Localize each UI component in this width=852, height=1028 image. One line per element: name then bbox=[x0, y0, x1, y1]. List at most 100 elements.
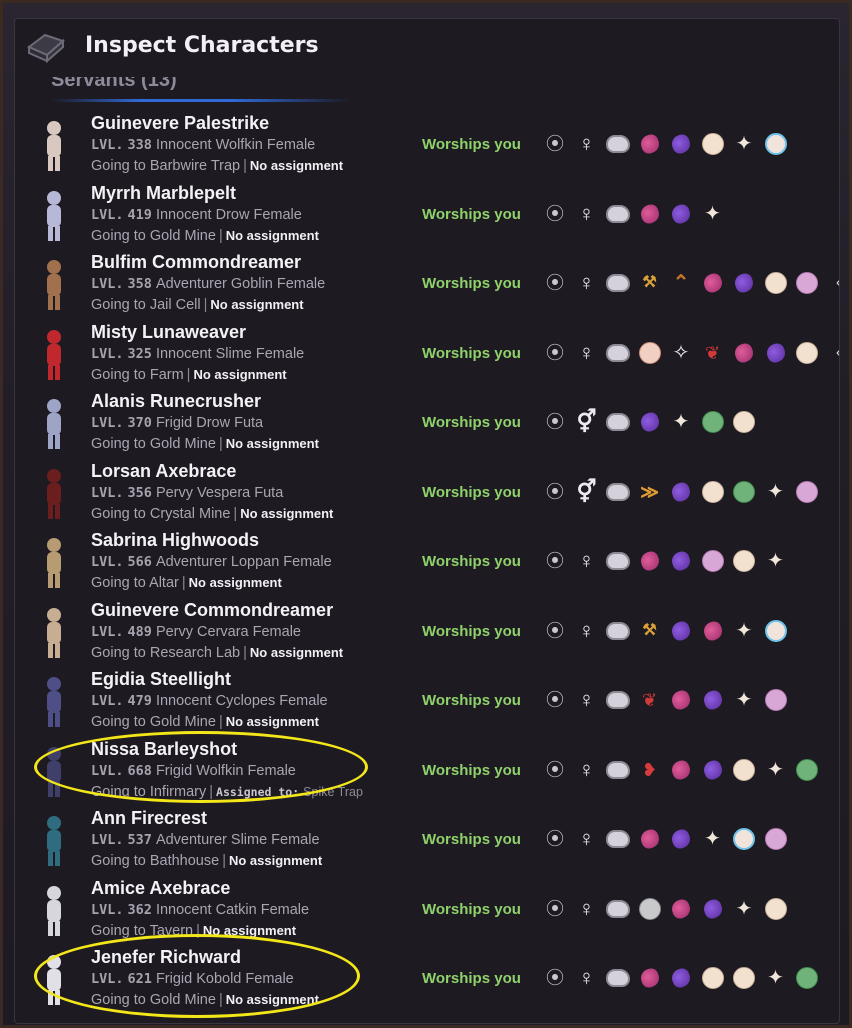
crying-face-icon[interactable] bbox=[731, 826, 757, 852]
mask-icon[interactable]: ⦿ bbox=[542, 687, 568, 713]
brain-icon[interactable] bbox=[605, 757, 631, 783]
face-icon[interactable] bbox=[731, 409, 757, 435]
futa-icon[interactable]: ⚥ bbox=[574, 409, 600, 435]
brain-icon[interactable] bbox=[605, 201, 631, 227]
face-icon[interactable] bbox=[731, 548, 757, 574]
figure-icon[interactable]: ✦ bbox=[763, 757, 789, 783]
figure-icon[interactable]: ✦ bbox=[700, 826, 726, 852]
character-name[interactable]: Nissa Barleyshot bbox=[91, 739, 237, 760]
arrow-icon[interactable]: ‹ bbox=[826, 340, 839, 366]
character-name[interactable]: Sabrina Highwoods bbox=[91, 530, 259, 551]
purple-heart-icon[interactable] bbox=[668, 548, 694, 574]
purple-heart-icon[interactable] bbox=[637, 409, 663, 435]
purple-heart-icon[interactable] bbox=[668, 618, 694, 644]
futa-icon[interactable]: ⚥ bbox=[574, 479, 600, 505]
servant-row[interactable]: Myrrh Marblepelt LVL. 419 Innocent Drow Fe… bbox=[15, 181, 839, 251]
character-name[interactable]: Jenefer Richward bbox=[91, 947, 241, 968]
brain-icon[interactable] bbox=[605, 687, 631, 713]
servant-row[interactable]: Sabrina Highwoods LVL. 566 Adventurer Lopp… bbox=[15, 528, 839, 598]
green-face-icon[interactable] bbox=[794, 965, 820, 991]
figure-icon[interactable]: ✦ bbox=[731, 618, 757, 644]
character-portrait[interactable] bbox=[37, 882, 71, 938]
pink-heart-icon[interactable] bbox=[731, 340, 757, 366]
purple-heart-icon[interactable] bbox=[668, 131, 694, 157]
character-portrait[interactable] bbox=[37, 326, 71, 382]
figure-icon[interactable]: ✦ bbox=[731, 131, 757, 157]
purple-heart-icon[interactable] bbox=[700, 896, 726, 922]
venus-icon[interactable]: ♀ bbox=[574, 270, 600, 296]
servant-row[interactable]: Lorsan Axebrace LVL. 356 Pervy Vespera Fut… bbox=[15, 459, 839, 529]
character-name[interactable]: Amice Axebrace bbox=[91, 878, 230, 899]
servant-row[interactable]: Nissa Barleyshot LVL. 668 Frigid Wolfkin F… bbox=[15, 737, 839, 807]
face-icon[interactable] bbox=[700, 479, 726, 505]
servant-row[interactable]: Alanis Runecrusher LVL. 370 Frigid Drow Fu… bbox=[15, 389, 839, 459]
axes-icon[interactable]: ⚒ bbox=[637, 270, 663, 296]
brain-icon[interactable] bbox=[605, 479, 631, 505]
character-portrait[interactable] bbox=[37, 465, 71, 521]
servant-row[interactable]: Ann Firecrest LVL. 537 Adventurer Slime Fe… bbox=[15, 806, 839, 876]
arrow-icon[interactable]: ‹ bbox=[826, 270, 839, 296]
face-icon[interactable] bbox=[763, 896, 789, 922]
figure-icon[interactable]: ✦ bbox=[668, 409, 694, 435]
servant-row[interactable]: Guinevere Commondreamer LVL. 489 Pervy Cer… bbox=[15, 598, 839, 668]
venus-icon[interactable]: ♀ bbox=[574, 548, 600, 574]
venus-icon[interactable]: ♀ bbox=[574, 340, 600, 366]
pink-heart-icon[interactable] bbox=[637, 131, 663, 157]
figure-icon[interactable]: ✦ bbox=[731, 896, 757, 922]
face-icon[interactable] bbox=[763, 270, 789, 296]
brain-icon[interactable] bbox=[605, 409, 631, 435]
venus-icon[interactable]: ♀ bbox=[574, 131, 600, 157]
mask-icon[interactable]: ⦿ bbox=[542, 131, 568, 157]
brain-icon[interactable] bbox=[605, 618, 631, 644]
face-icon[interactable] bbox=[700, 131, 726, 157]
pink-face-icon[interactable] bbox=[700, 548, 726, 574]
pink-face-icon[interactable] bbox=[794, 270, 820, 296]
pink-face-icon[interactable] bbox=[763, 826, 789, 852]
pink-heart-icon[interactable] bbox=[668, 896, 694, 922]
mask-icon[interactable]: ⦿ bbox=[542, 965, 568, 991]
character-name[interactable]: Lorsan Axebrace bbox=[91, 461, 236, 482]
mask-icon[interactable]: ⦿ bbox=[542, 548, 568, 574]
venus-icon[interactable]: ♀ bbox=[574, 826, 600, 852]
mask-icon[interactable]: ⦿ bbox=[542, 618, 568, 644]
brain-icon[interactable] bbox=[605, 548, 631, 574]
servant-row[interactable]: Misty Lunaweaver LVL. 325 Innocent Slime F… bbox=[15, 320, 839, 390]
face-icon[interactable] bbox=[731, 965, 757, 991]
purple-heart-icon[interactable] bbox=[731, 270, 757, 296]
character-portrait[interactable] bbox=[37, 395, 71, 451]
figure-icon[interactable]: ✦ bbox=[763, 965, 789, 991]
green-face-icon[interactable] bbox=[794, 757, 820, 783]
pink-face-icon[interactable] bbox=[794, 479, 820, 505]
figure-icon[interactable]: ✦ bbox=[763, 548, 789, 574]
mask-icon[interactable]: ⦿ bbox=[542, 479, 568, 505]
character-name[interactable]: Ann Firecrest bbox=[91, 808, 207, 829]
brain-icon[interactable] bbox=[605, 965, 631, 991]
character-portrait[interactable] bbox=[37, 673, 71, 729]
purple-heart-icon[interactable] bbox=[668, 201, 694, 227]
servant-row[interactable]: Jenefer Richward LVL. 621 Frigid Kobold Fe… bbox=[15, 945, 839, 1015]
servant-row[interactable]: Amice Axebrace LVL. 362 Innocent Catkin Fe… bbox=[15, 876, 839, 946]
character-portrait[interactable] bbox=[37, 604, 71, 660]
venus-icon[interactable]: ♀ bbox=[574, 618, 600, 644]
axes-chevron-icon[interactable]: ⌃ bbox=[668, 270, 694, 296]
venus-icon[interactable]: ♀ bbox=[574, 687, 600, 713]
mask-icon[interactable]: ⦿ bbox=[542, 896, 568, 922]
pink-heart-icon[interactable] bbox=[637, 201, 663, 227]
mask-icon[interactable]: ⦿ bbox=[542, 340, 568, 366]
character-portrait[interactable] bbox=[37, 812, 71, 868]
sparkle-icon[interactable]: ✧ bbox=[668, 340, 694, 366]
angry-face-icon[interactable] bbox=[637, 340, 663, 366]
crying-face-icon[interactable] bbox=[763, 618, 789, 644]
character-name[interactable]: Egidia Steellight bbox=[91, 669, 231, 690]
character-name[interactable]: Guinevere Commondreamer bbox=[91, 600, 333, 621]
servant-row[interactable]: Bulfim Commondreamer LVL. 358 Adventurer G… bbox=[15, 250, 839, 320]
brain-icon[interactable] bbox=[605, 270, 631, 296]
character-portrait[interactable] bbox=[37, 951, 71, 1007]
mask-icon[interactable]: ⦿ bbox=[542, 757, 568, 783]
mask-icon[interactable]: ⦿ bbox=[542, 826, 568, 852]
pink-heart-icon[interactable] bbox=[668, 757, 694, 783]
axes-icon[interactable]: ⚒ bbox=[637, 618, 663, 644]
character-portrait[interactable] bbox=[37, 743, 71, 799]
face-icon[interactable] bbox=[731, 757, 757, 783]
purple-heart-icon[interactable] bbox=[763, 340, 789, 366]
